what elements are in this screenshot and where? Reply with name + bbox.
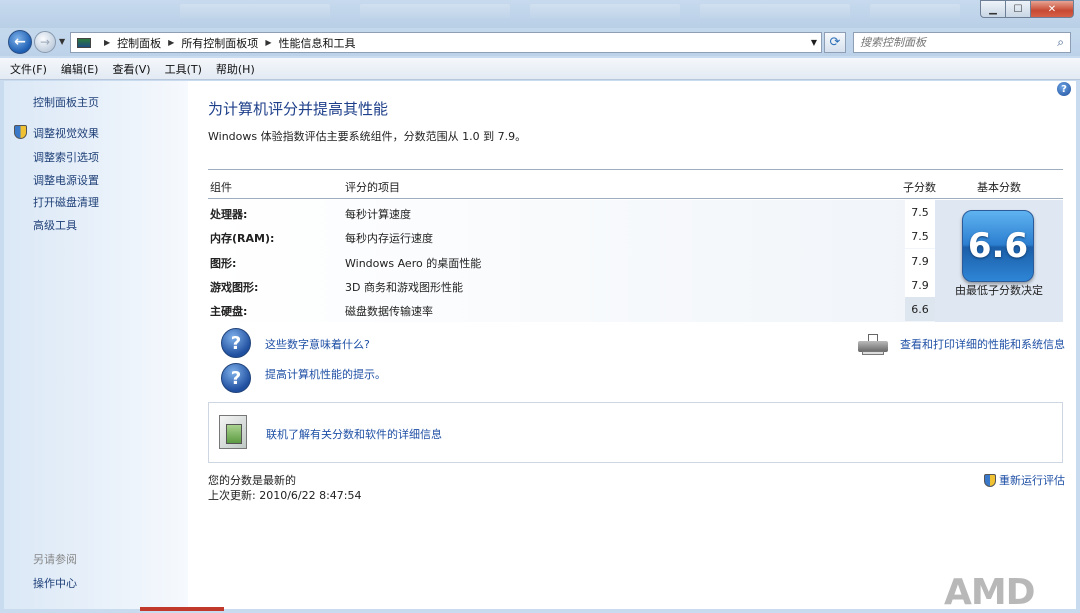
search-icon[interactable]: ⌕ [1057,35,1064,50]
menu-tools[interactable]: 工具(T) [165,61,202,77]
base-score-badge: 6.6 [962,210,1034,282]
uac-shield-icon [984,473,996,487]
software-box-icon [219,415,247,449]
window-controls: ▁ ☐ ✕ [980,0,1074,18]
subscore-value: 7.5 [905,224,935,248]
col-header-basescore: 基本分数 [977,181,1021,194]
table-body: 处理器: 每秒计算速度 7.5 内存(RAM): 每秒内存运行速度 7.5 图形… [208,200,1063,322]
see-also-heading: 另请参阅 [33,553,77,566]
chevron-right-icon[interactable]: ▶ [265,38,271,47]
subscore-value: 6.6 [905,297,935,321]
main-content: ? 为计算机评分并提高其性能 Windows 体验指数评估主要系统组件，分数范围… [188,81,1076,609]
menu-file[interactable]: 文件(F) [10,61,47,77]
navigation-bar: ← → ▼ ▶ 控制面板 ▶ 所有控制面板项 ▶ 性能信息和工具 ▼ ⟳ ⌕ [0,28,1080,56]
address-dropdown-icon[interactable]: ▼ [811,38,817,47]
subscore-value: 7.5 [905,200,935,224]
online-info-box: 联机了解有关分数和软件的详细信息 [208,402,1063,463]
left-nav-pane: 控制面板主页 调整视觉效果 调整索引选项 调整电源设置 打开磁盘清理 高级工具 … [4,81,188,609]
breadcrumb-item-all-items[interactable]: 所有控制面板项 [181,35,258,51]
what-scores-mean-link[interactable]: 这些数字意味着什么? [265,336,370,352]
question-icon: ? [221,328,251,358]
sidebar-item-power[interactable]: 调整电源设置 [33,172,99,188]
title-bar: ▁ ☐ ✕ [0,0,1080,28]
refresh-icon: ⟳ [829,35,841,50]
close-button[interactable]: ✕ [1030,0,1074,18]
menu-bar: 文件(F) 编辑(E) 查看(V) 工具(T) 帮助(H) [0,58,1080,80]
address-bar[interactable]: ▶ 控制面板 ▶ 所有控制面板项 ▶ 性能信息和工具 ▼ [70,32,822,53]
menu-view[interactable]: 查看(V) [112,61,150,77]
component-label: 处理器: [210,208,248,221]
sidebar-item-home[interactable]: 控制面板主页 [33,94,99,110]
breadcrumb-item-performance[interactable]: 性能信息和工具 [278,35,355,51]
table-header: 组件 评分的项目 子分数 基本分数 [208,170,1063,199]
item-label: 每秒计算速度 [345,208,411,221]
search-box: ⌕ [853,32,1071,53]
chevron-right-icon[interactable]: ▶ [168,38,174,47]
help-icon[interactable]: ? [1057,82,1071,96]
amd-logo: AMD [944,572,1036,613]
sidebar-item-action-center[interactable]: 操作中心 [33,575,77,591]
maximize-button[interactable]: ☐ [1005,0,1031,18]
chevron-right-icon[interactable]: ▶ [104,38,110,47]
page-title: 为计算机评分并提高其性能 [208,100,389,118]
arrow-right-icon: → [39,35,51,49]
breadcrumb-item-control-panel[interactable]: 控制面板 [117,35,161,51]
printer-icon [858,334,888,356]
back-button[interactable]: ← [8,30,32,54]
subscore-value: 7.9 [905,249,935,273]
minimize-button[interactable]: ▁ [980,0,1006,18]
base-score-caption: 由最低子分数决定 [955,284,1043,297]
rerun-assessment-link[interactable]: 重新运行评估 [984,472,1065,488]
control-panel-icon [77,37,91,48]
item-label: 磁盘数据传输速率 [345,305,433,318]
page-subtitle: Windows 体验指数评估主要系统组件，分数范围从 1.0 到 7.9。 [208,130,527,143]
sidebar-item-advanced-tools[interactable]: 高级工具 [33,217,77,233]
uac-shield-icon [14,125,27,139]
question-icon: ? [221,363,251,393]
performance-tips-link[interactable]: 提高计算机性能的提示。 [265,366,386,382]
forward-button[interactable]: → [34,31,56,53]
print-details-link[interactable]: 查看和打印详细的性能和系统信息 [900,336,1065,352]
recent-pages-dropdown[interactable]: ▼ [59,37,65,46]
rerun-label: 重新运行评估 [999,474,1065,487]
component-label: 内存(RAM): [210,232,275,245]
col-header-subscore: 子分数 [903,181,936,194]
taskbar-highlight [140,607,224,611]
component-label: 主硬盘: [210,305,248,318]
score-table: 组件 评分的项目 子分数 基本分数 处理器: 每秒计算速度 7.5 内存(RAM… [208,169,1063,322]
sidebar-item-disk-cleanup[interactable]: 打开磁盘清理 [33,194,99,210]
base-score-panel: 6.6 由最低子分数决定 [935,200,1063,322]
menu-help[interactable]: 帮助(H) [216,61,255,77]
last-update: 上次更新: 2010/6/22 8:47:54 [208,489,362,502]
online-details-link[interactable]: 联机了解有关分数和软件的详细信息 [266,426,442,442]
component-label: 游戏图形: [210,281,259,294]
score-status: 您的分数是最新的 [208,474,296,487]
col-header-item: 评分的项目 [345,181,400,194]
refresh-button[interactable]: ⟳ [824,32,846,53]
item-label: Windows Aero 的桌面性能 [345,257,482,270]
arrow-left-icon: ← [14,34,26,50]
component-label: 图形: [210,257,237,270]
item-label: 每秒内存运行速度 [345,232,433,245]
breadcrumb: ▶ 控制面板 ▶ 所有控制面板项 ▶ 性能信息和工具 [97,35,355,51]
sidebar-item-indexing[interactable]: 调整索引选项 [33,149,99,165]
sidebar-item-visual-effects[interactable]: 调整视觉效果 [33,125,99,141]
col-header-component: 组件 [210,181,232,194]
search-input[interactable] [854,36,1044,49]
subscore-value: 7.9 [905,273,935,297]
menu-edit[interactable]: 编辑(E) [61,61,99,77]
item-label: 3D 商务和游戏图形性能 [345,281,463,294]
